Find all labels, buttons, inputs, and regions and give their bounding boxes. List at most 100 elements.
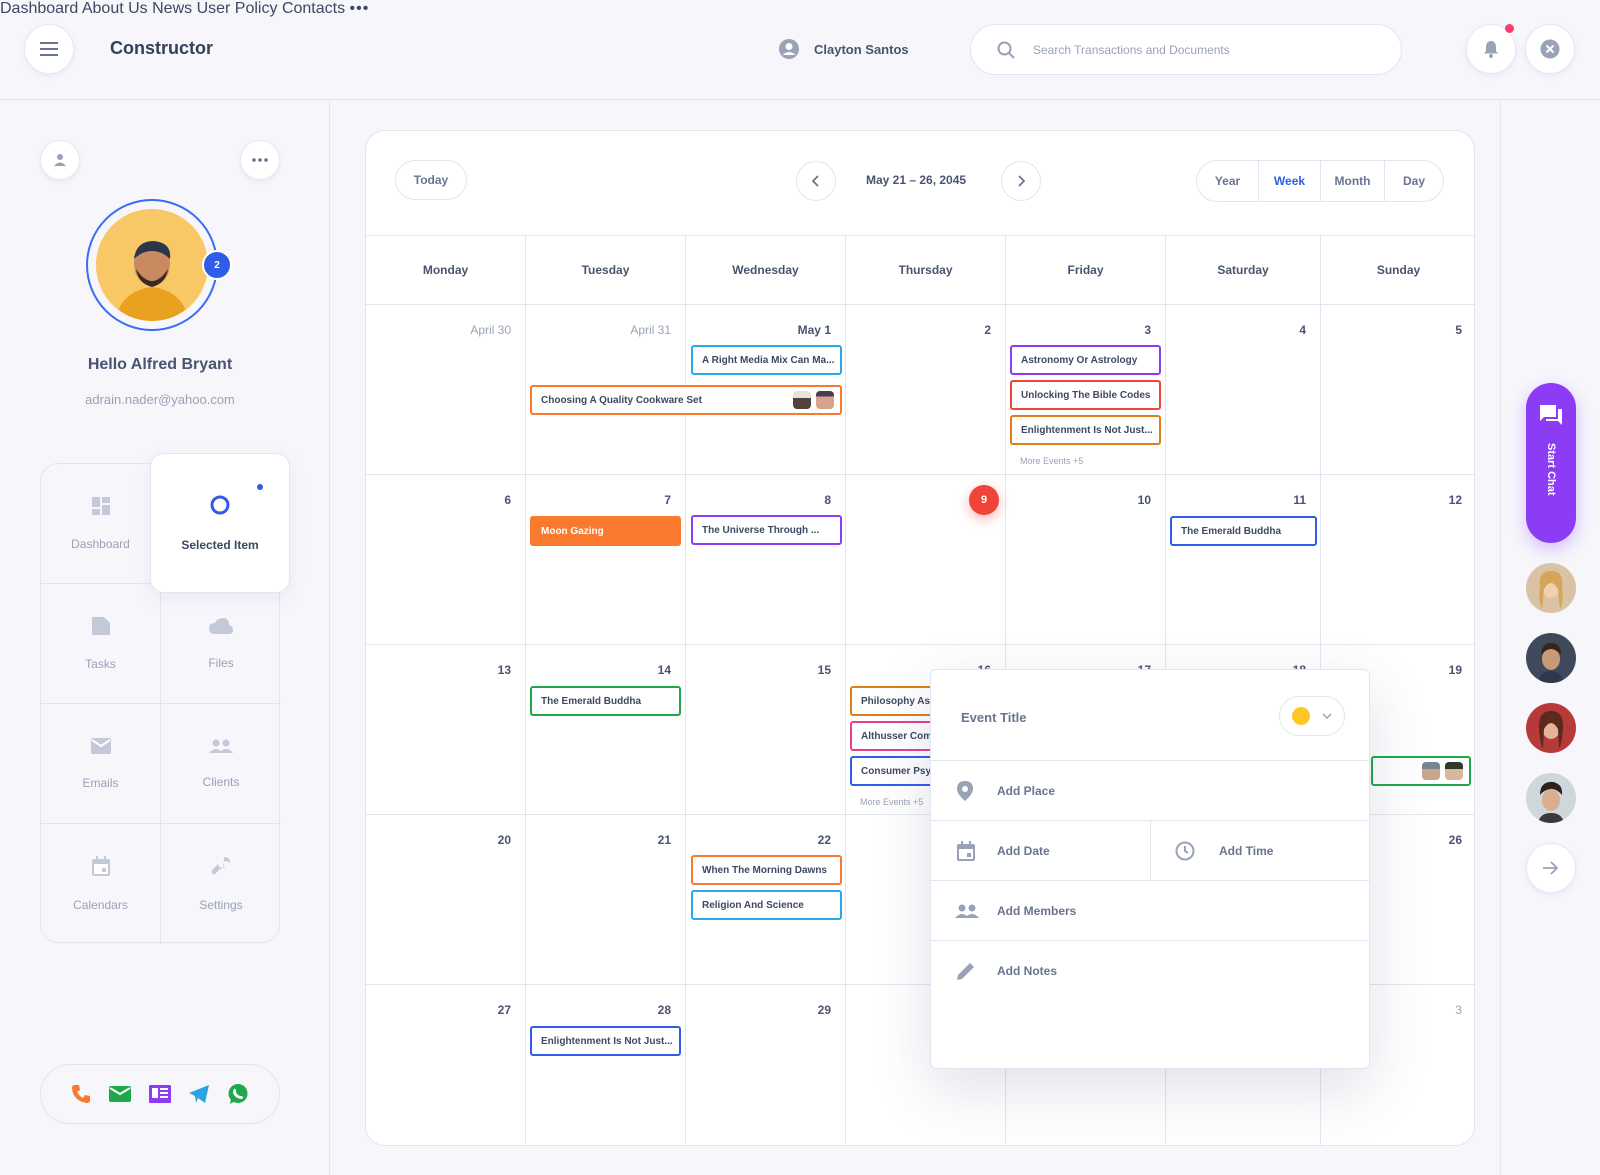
day-cell[interactable]: 27 [366, 985, 526, 1145]
day-number: 22 [817, 833, 831, 847]
day-cell[interactable]: 28 [526, 985, 686, 1145]
weekday-header: Wednesday [686, 235, 846, 305]
contact-avatar[interactable] [1526, 703, 1576, 753]
view-week[interactable]: Week [1259, 161, 1321, 201]
contact-avatar[interactable] [1526, 633, 1576, 683]
day-cell[interactable]: 29 [686, 985, 846, 1145]
profile-more-button[interactable] [240, 140, 280, 180]
event[interactable]: Religion And Science [691, 890, 842, 920]
day-cell[interactable]: 11 [1166, 475, 1321, 645]
day-cell[interactable]: 21 [526, 815, 686, 985]
date-range: May 21 – 26, 2045 [866, 173, 967, 187]
weekday-header: Friday [1006, 235, 1166, 305]
tile-label: Files [208, 655, 234, 670]
tile-calendars[interactable]: Calendars [41, 824, 161, 944]
avatar[interactable] [96, 209, 208, 321]
add-place-row[interactable]: Add Place [931, 760, 1369, 820]
telegram-icon[interactable] [189, 1085, 209, 1103]
tile-selected-item[interactable]: Selected Item [150, 453, 290, 593]
day-cell[interactable]: 10 [1006, 475, 1166, 645]
event[interactable]: Enlightenment Is Not Just... [1010, 415, 1161, 445]
day-number: 7 [664, 493, 671, 507]
event[interactable]: Astronomy Or Astrology [1010, 345, 1161, 375]
nav-news[interactable]: News [152, 0, 192, 17]
day-cell[interactable]: 15 [686, 645, 846, 815]
tile-tasks[interactable]: Tasks [41, 584, 161, 704]
newspaper-icon[interactable] [149, 1085, 171, 1103]
view-year[interactable]: Year [1197, 161, 1259, 201]
chat-icon [1540, 405, 1562, 425]
add-time-field[interactable]: Add Time [1151, 841, 1273, 861]
day-cell[interactable]: 2 [846, 305, 1006, 475]
event[interactable]: Moon Gazing [530, 516, 681, 546]
event[interactable]: Choosing A Quality Cookware Set [530, 385, 842, 415]
tile-emails[interactable]: Emails [41, 704, 161, 824]
day-cell[interactable]: April 30 [366, 305, 526, 475]
day-cell[interactable]: 14 [526, 645, 686, 815]
add-date-field[interactable]: Add Date [931, 820, 1151, 881]
contact-avatar[interactable] [1526, 563, 1576, 613]
nav-more[interactable]: ••• [350, 0, 370, 17]
start-chat-button[interactable]: Start Chat [1526, 383, 1576, 543]
tile-dashboard[interactable]: Dashboard [41, 464, 161, 584]
day-cell[interactable]: 6 [366, 475, 526, 645]
day-number: 10 [1137, 493, 1151, 507]
event[interactable]: The Emerald Buddha [1170, 516, 1317, 546]
phone-icon[interactable] [71, 1084, 91, 1104]
more-events-link[interactable]: More Events +5 [1020, 456, 1083, 466]
tile-label: Clients [202, 774, 240, 789]
close-button[interactable] [1525, 24, 1575, 74]
day-cell[interactable]: 9 [846, 475, 1006, 645]
today-badge: 9 [969, 485, 999, 515]
arrow-right-icon [1543, 861, 1559, 875]
user-circle-icon [779, 39, 799, 59]
day-cell[interactable]: 13 [366, 645, 526, 815]
event-title-input[interactable]: Event Title [961, 710, 1027, 725]
next-button[interactable] [1001, 161, 1041, 201]
chevron-down-icon [1322, 713, 1332, 719]
more-events-link[interactable]: More Events +5 [860, 797, 923, 807]
search-bar[interactable] [970, 24, 1402, 75]
view-month[interactable]: Month [1321, 161, 1385, 201]
day-cell[interactable]: 4 [1166, 305, 1321, 475]
nav-contacts[interactable]: Contacts [282, 0, 345, 17]
tile-files[interactable]: Files [161, 584, 281, 704]
cloud-icon [209, 617, 233, 634]
user-menu[interactable]: Clayton Santos [778, 38, 909, 60]
tile-label: Calendars [73, 898, 128, 912]
tile-clients[interactable]: Clients [161, 704, 281, 824]
color-picker[interactable] [1279, 696, 1345, 736]
nav-user-policy[interactable]: User Policy [197, 0, 278, 17]
add-members-row[interactable]: Add Members [931, 880, 1369, 940]
event[interactable]: Enlightenment Is Not Just... [530, 1026, 681, 1056]
expand-button[interactable] [1526, 843, 1576, 893]
tile-label: Settings [199, 898, 243, 912]
search-input[interactable] [1033, 42, 1373, 57]
contact-avatar[interactable] [1526, 773, 1576, 823]
event[interactable]: The Universe Through ... [691, 515, 842, 545]
day-cell[interactable]: 12 [1321, 475, 1474, 645]
day-number: 5 [1455, 323, 1462, 337]
event[interactable]: When The Morning Dawns [691, 855, 842, 885]
day-cell[interactable]: 7 [526, 475, 686, 645]
profile-button[interactable] [40, 140, 80, 180]
view-day[interactable]: Day [1385, 161, 1443, 201]
prev-button[interactable] [796, 161, 836, 201]
whatsapp-icon[interactable] [227, 1083, 249, 1105]
day-cell[interactable]: 20 [366, 815, 526, 985]
day-cell[interactable]: 5 [1321, 305, 1474, 475]
event[interactable]: A Right Media Mix Can Ma... [691, 345, 842, 375]
event[interactable] [1371, 756, 1471, 786]
add-notes-label: Add Notes [997, 963, 1057, 978]
today-button[interactable]: Today [395, 160, 467, 200]
mail-icon [90, 737, 111, 754]
day-cell[interactable]: 8 [686, 475, 846, 645]
nav-dashboard[interactable]: Dashboard [0, 0, 78, 17]
mail-icon[interactable] [109, 1086, 131, 1102]
event[interactable]: Unlocking The Bible Codes [1010, 380, 1161, 410]
tile-settings[interactable]: Settings [161, 824, 281, 944]
nav-about-us[interactable]: About Us [82, 0, 148, 17]
menu-button[interactable] [24, 24, 74, 74]
add-notes-row[interactable]: Add Notes [931, 940, 1369, 1000]
event[interactable]: The Emerald Buddha [530, 686, 681, 716]
